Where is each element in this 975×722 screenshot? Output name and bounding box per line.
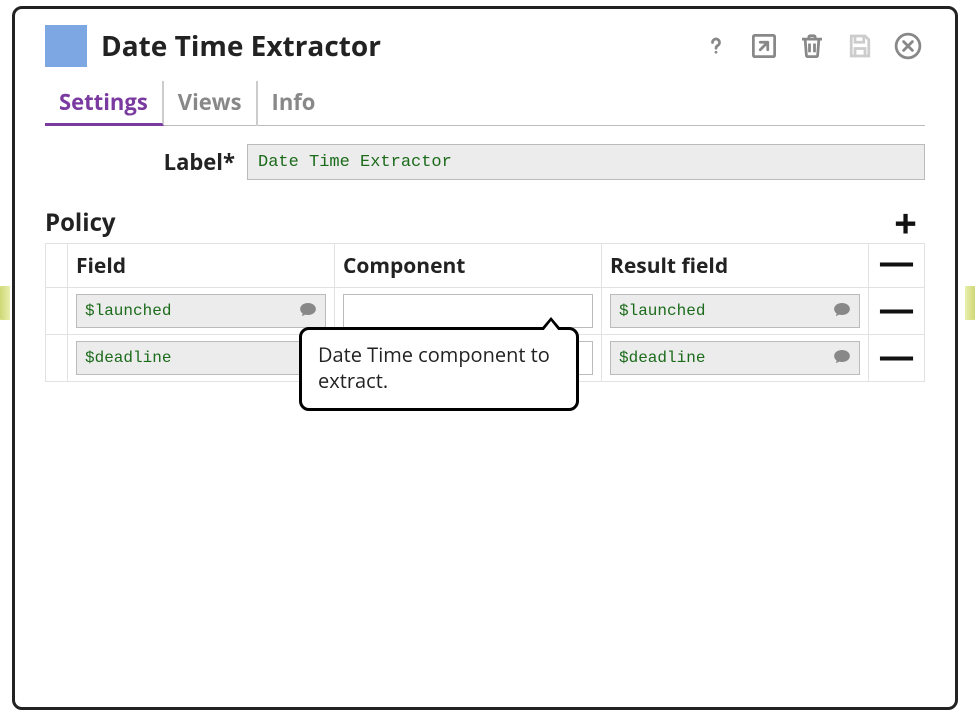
column-handle bbox=[46, 244, 68, 288]
result-input[interactable]: $deadline bbox=[610, 341, 860, 375]
tab-views[interactable]: Views bbox=[164, 81, 258, 126]
field-value: $deadline bbox=[85, 349, 171, 367]
result-value: $launched bbox=[619, 302, 705, 320]
save-icon[interactable] bbox=[843, 29, 877, 63]
tooltip-text: Date Time component to extract. bbox=[318, 341, 550, 394]
column-actions: — bbox=[869, 244, 925, 288]
column-field: Field bbox=[68, 244, 335, 288]
tabs: Settings Views Info bbox=[45, 81, 925, 126]
color-swatch[interactable] bbox=[45, 25, 87, 67]
row-handle[interactable] bbox=[46, 335, 68, 382]
label-field-label: Label* bbox=[45, 147, 235, 177]
export-icon[interactable] bbox=[747, 29, 781, 63]
column-component: Component bbox=[335, 244, 602, 288]
label-row: Label* bbox=[45, 144, 925, 180]
add-row-button[interactable]: + bbox=[886, 209, 925, 237]
close-icon[interactable] bbox=[891, 29, 925, 63]
dialog: Date Time Extractor Settings Views Info … bbox=[12, 6, 958, 710]
remove-header-icon: — bbox=[879, 236, 915, 285]
label-input[interactable] bbox=[247, 144, 925, 180]
remove-row-button[interactable]: — bbox=[879, 283, 915, 332]
bg-peek-right bbox=[965, 286, 975, 320]
policy-section-head: Policy + bbox=[45, 206, 925, 239]
comment-icon[interactable] bbox=[833, 348, 851, 369]
dialog-title: Date Time Extractor bbox=[101, 27, 685, 65]
result-value: $deadline bbox=[619, 349, 705, 367]
column-result: Result field bbox=[602, 244, 869, 288]
comment-icon[interactable] bbox=[299, 301, 317, 322]
help-icon[interactable] bbox=[699, 29, 733, 63]
field-value: $launched bbox=[85, 302, 171, 320]
trash-icon[interactable] bbox=[795, 29, 829, 63]
field-input[interactable]: $launched bbox=[76, 294, 326, 328]
field-input[interactable]: $deadline bbox=[76, 341, 326, 375]
remove-row-button[interactable]: — bbox=[879, 330, 915, 379]
tab-info[interactable]: Info bbox=[258, 81, 330, 126]
comment-icon[interactable] bbox=[833, 301, 851, 322]
toolbar bbox=[699, 29, 925, 63]
row-handle[interactable] bbox=[46, 288, 68, 335]
tab-settings[interactable]: Settings bbox=[45, 81, 164, 126]
table-header-row: Field Component Result field — bbox=[46, 244, 925, 288]
policy-heading: Policy bbox=[45, 206, 886, 239]
bg-peek-left bbox=[0, 286, 10, 320]
dialog-header: Date Time Extractor bbox=[45, 25, 925, 67]
result-input[interactable]: $launched bbox=[610, 294, 860, 328]
tooltip: Date Time component to extract. bbox=[299, 327, 579, 411]
